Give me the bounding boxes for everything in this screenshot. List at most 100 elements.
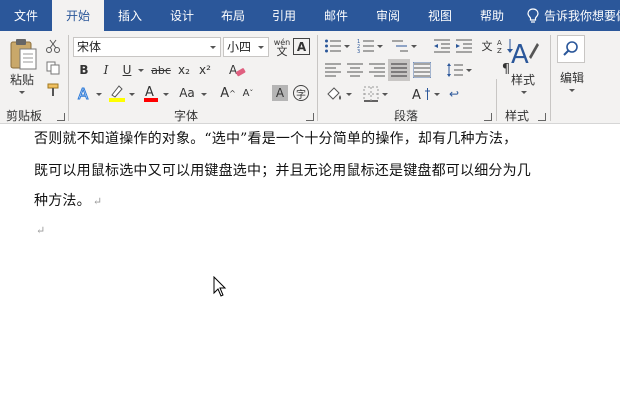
tell-me-box[interactable]: 告诉我你想要做 xyxy=(526,0,620,31)
text-effects-icon[interactable]: A xyxy=(76,84,94,103)
align-right-icon[interactable] xyxy=(368,62,386,78)
char-border-icon[interactable]: A xyxy=(293,38,310,55)
document-line: ↵ xyxy=(34,222,45,238)
svg-text:A: A xyxy=(497,39,502,47)
multilevel-dropdown-icon[interactable] xyxy=(411,45,417,48)
cut-icon[interactable] xyxy=(45,39,61,53)
tab-review[interactable]: 审阅 xyxy=(362,0,414,31)
phonetic-guide-button[interactable]: wén 文 xyxy=(272,36,292,58)
copy-icon[interactable] xyxy=(45,61,61,75)
text-effects-dropdown-icon[interactable] xyxy=(96,93,102,96)
highlight-color-icon[interactable] xyxy=(107,83,127,103)
group-separator xyxy=(68,35,69,121)
subscript-button[interactable]: x₂ xyxy=(176,61,192,79)
italic-button[interactable]: I xyxy=(98,61,114,79)
grow-font-label: A xyxy=(220,85,230,101)
styles-icon[interactable]: A xyxy=(509,37,539,69)
underline-button[interactable]: U xyxy=(119,61,135,79)
increase-indent-icon[interactable] xyxy=(455,38,473,54)
magnifier-icon xyxy=(563,41,578,56)
paste-icon[interactable] xyxy=(8,37,38,71)
chevron-down-icon[interactable] xyxy=(258,46,264,49)
line-spacing-dropdown-icon[interactable] xyxy=(466,69,472,72)
numbering-icon[interactable]: 1 2 3 xyxy=(357,38,375,54)
tab-view[interactable]: 视图 xyxy=(414,0,466,31)
svg-text:A: A xyxy=(511,40,529,69)
grow-font-button[interactable]: A ^ xyxy=(220,84,236,102)
chevron-down-icon[interactable] xyxy=(210,46,216,49)
font-launcher-icon[interactable] xyxy=(306,113,314,121)
tab-mailings[interactable]: 邮件 xyxy=(310,0,362,31)
styles-dropdown-icon[interactable] xyxy=(521,91,527,94)
mouse-pointer-icon xyxy=(213,276,227,297)
clipboard-launcher-icon[interactable] xyxy=(57,113,65,121)
clear-formatting-icon[interactable]: A xyxy=(228,61,246,79)
svg-text:A: A xyxy=(145,85,154,100)
group-separator xyxy=(496,79,497,121)
font-size-combo[interactable]: 小四 xyxy=(223,37,269,57)
numbering-dropdown-icon[interactable] xyxy=(377,45,383,48)
justify-button[interactable] xyxy=(388,59,410,81)
font-name-combo[interactable]: 宋体 xyxy=(73,37,221,57)
multilevel-list-icon[interactable] xyxy=(391,38,409,54)
shading-icon[interactable] xyxy=(324,85,344,103)
tab-insert[interactable]: 插入 xyxy=(104,0,156,31)
tab-layout[interactable]: 布局 xyxy=(208,0,258,31)
find-button[interactable] xyxy=(557,35,585,63)
sort-asian-icon[interactable]: ↩ xyxy=(446,85,462,103)
enclose-chars-button[interactable]: 字 xyxy=(293,85,309,101)
document-line: 种方法。 ↵ xyxy=(34,190,102,210)
borders-icon[interactable] xyxy=(362,85,380,103)
line-spacing-icon[interactable] xyxy=(446,62,464,78)
document-line-text: 既可以用鼠标选中又可以用键盘选中；并且无论用鼠标还是键盘都可以细分为几 xyxy=(34,163,531,179)
tab-design[interactable]: 设计 xyxy=(156,0,208,31)
font-color-icon[interactable]: A xyxy=(142,83,160,103)
superscript-button[interactable]: x² xyxy=(197,61,213,79)
tab-file[interactable]: 文件 xyxy=(0,0,52,31)
shrink-font-button[interactable]: Aˇ xyxy=(240,84,256,102)
underline-dropdown-icon[interactable] xyxy=(138,69,144,72)
borders-dropdown-icon[interactable] xyxy=(382,93,388,96)
group-separator xyxy=(550,35,551,121)
bullets-dropdown-icon[interactable] xyxy=(344,45,350,48)
styles-button[interactable]: 样式 xyxy=(508,71,538,87)
change-case-button[interactable]: Aa xyxy=(175,84,199,102)
font-size-value: 小四 xyxy=(227,40,252,54)
styles-launcher-icon[interactable] xyxy=(538,113,546,121)
align-center-icon[interactable] xyxy=(346,62,364,78)
char-shading-button[interactable]: A xyxy=(272,85,288,101)
format-painter-icon[interactable] xyxy=(45,83,61,97)
chinese-layout-dropdown-icon[interactable] xyxy=(434,93,440,96)
editing-dropdown-icon[interactable] xyxy=(569,89,575,92)
chinese-layout-icon[interactable]: A xyxy=(412,85,432,103)
bold-button[interactable]: B xyxy=(76,61,92,79)
paragraph-mark: ↵ xyxy=(36,224,46,237)
asian-layout-icon[interactable]: 文 xyxy=(478,37,496,55)
paragraph-group-label: 段落 xyxy=(394,109,419,123)
tab-help[interactable]: 帮助 xyxy=(466,0,518,31)
svg-text:3: 3 xyxy=(357,49,360,54)
clipboard-group-label: 剪贴板 xyxy=(6,109,43,123)
paste-button[interactable]: 粘贴 xyxy=(7,71,37,87)
tab-home[interactable]: 开始 xyxy=(52,0,104,31)
svg-text:A: A xyxy=(78,85,89,102)
decrease-indent-icon[interactable] xyxy=(433,38,451,54)
styles-group-label: 样式 xyxy=(505,109,530,123)
highlight-dropdown-icon[interactable] xyxy=(129,93,135,96)
document-canvas[interactable]: 否则就不知道操作的对象。“选中”看是一个十分简单的操作，却有几种方法， 既可以用… xyxy=(0,124,620,400)
align-left-icon[interactable] xyxy=(324,62,342,78)
bullets-icon[interactable] xyxy=(324,38,342,54)
font-color-dropdown-icon[interactable] xyxy=(163,93,169,96)
paste-dropdown-icon[interactable] xyxy=(19,91,25,94)
font-group-label: 字体 xyxy=(174,109,199,123)
ribbon: 粘贴 剪贴板 宋体 小四 wén 文 A B I U abc x₂ x² A A… xyxy=(0,31,620,124)
shading-dropdown-icon[interactable] xyxy=(346,93,352,96)
tab-references[interactable]: 引用 xyxy=(258,0,310,31)
distributed-icon[interactable] xyxy=(413,62,431,78)
editing-button[interactable]: 编辑 xyxy=(556,69,588,85)
document-line: 否则就不知道操作的对象。“选中”看是一个十分简单的操作，却有几种方法， xyxy=(34,131,518,147)
strikethrough-button[interactable]: abc xyxy=(149,61,173,79)
change-case-dropdown-icon[interactable] xyxy=(201,93,207,96)
paragraph-launcher-icon[interactable] xyxy=(484,113,492,121)
svg-text:A: A xyxy=(229,63,238,77)
